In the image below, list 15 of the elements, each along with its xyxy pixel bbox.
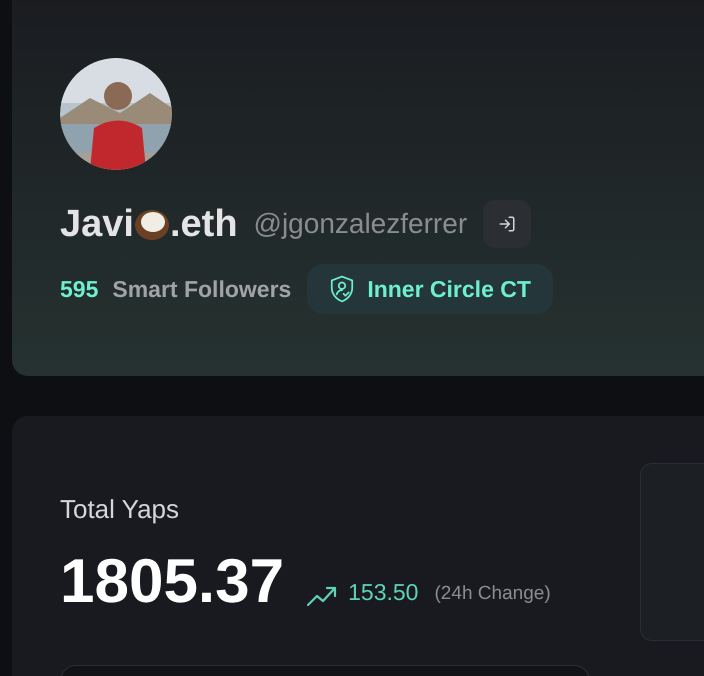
inner-circle-badge: Inner Circle CT	[307, 264, 553, 314]
follower-count: 595	[60, 274, 98, 304]
display-name: .eth	[170, 205, 238, 243]
change-label: (24h Change)	[434, 582, 551, 606]
trending-up-icon	[306, 585, 338, 607]
coconut-icon	[134, 207, 170, 241]
user-handle: @jgonzalezferrer	[254, 207, 468, 241]
logout-button[interactable]	[483, 200, 532, 248]
sign-in-icon	[498, 215, 516, 233]
display-name: Javi	[60, 205, 134, 243]
section-title: Total Yaps	[60, 493, 180, 526]
shield-user-icon	[329, 275, 356, 303]
follower-label: Smart Followers	[112, 274, 292, 304]
total-yaps-value: 1805.37	[60, 551, 284, 613]
change-value: 153.50	[348, 578, 418, 606]
